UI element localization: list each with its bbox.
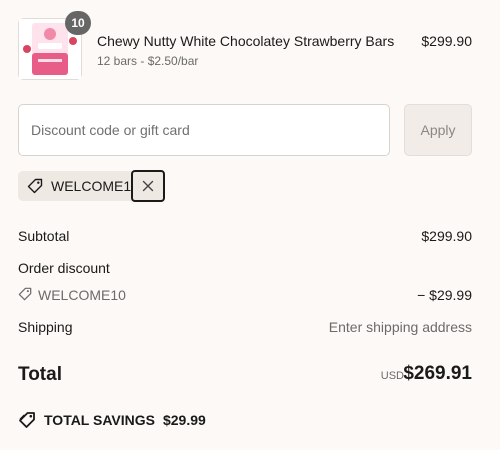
close-icon	[142, 180, 154, 192]
savings-tag-icon	[19, 412, 35, 428]
shipping-label: Shipping	[18, 319, 73, 335]
discount-code-input[interactable]	[18, 104, 390, 156]
product-thumbnail: 10	[18, 11, 91, 80]
subtotal-value: $299.90	[421, 228, 472, 244]
subtotal-label: Subtotal	[18, 228, 70, 244]
total-savings-amount: $29.99	[162, 412, 206, 428]
remove-discount-button[interactable]	[131, 170, 165, 202]
order-discount-code: WELCOME10	[38, 287, 126, 303]
product-name: Chewy Nutty White Chocolatey Strawberry …	[97, 33, 395, 49]
total-savings-label: TOTAL SAVINGS	[44, 412, 155, 428]
applied-discount-chip: WELCOME10	[18, 170, 165, 202]
total-currency: USD	[380, 370, 404, 382]
total-label: Total	[18, 364, 62, 385]
tag-icon	[18, 287, 32, 301]
total-savings: TOTAL SAVINGS $29.99	[18, 410, 206, 430]
product-variant: 12 bars - $2.50/bar	[97, 54, 199, 68]
apply-button[interactable]: Apply	[404, 104, 472, 156]
order-discount-label: Order discount	[18, 260, 110, 276]
product-price: $299.90	[421, 33, 472, 49]
total-amount: $269.91	[403, 363, 472, 384]
line-item: 10 Chewy Nutty White Chocolatey Strawber…	[18, 11, 472, 82]
order-discount-value: − $29.99	[417, 287, 472, 303]
shipping-value: Enter shipping address	[328, 319, 472, 335]
quantity-badge: 10	[65, 11, 91, 35]
tag-icon	[27, 178, 43, 194]
